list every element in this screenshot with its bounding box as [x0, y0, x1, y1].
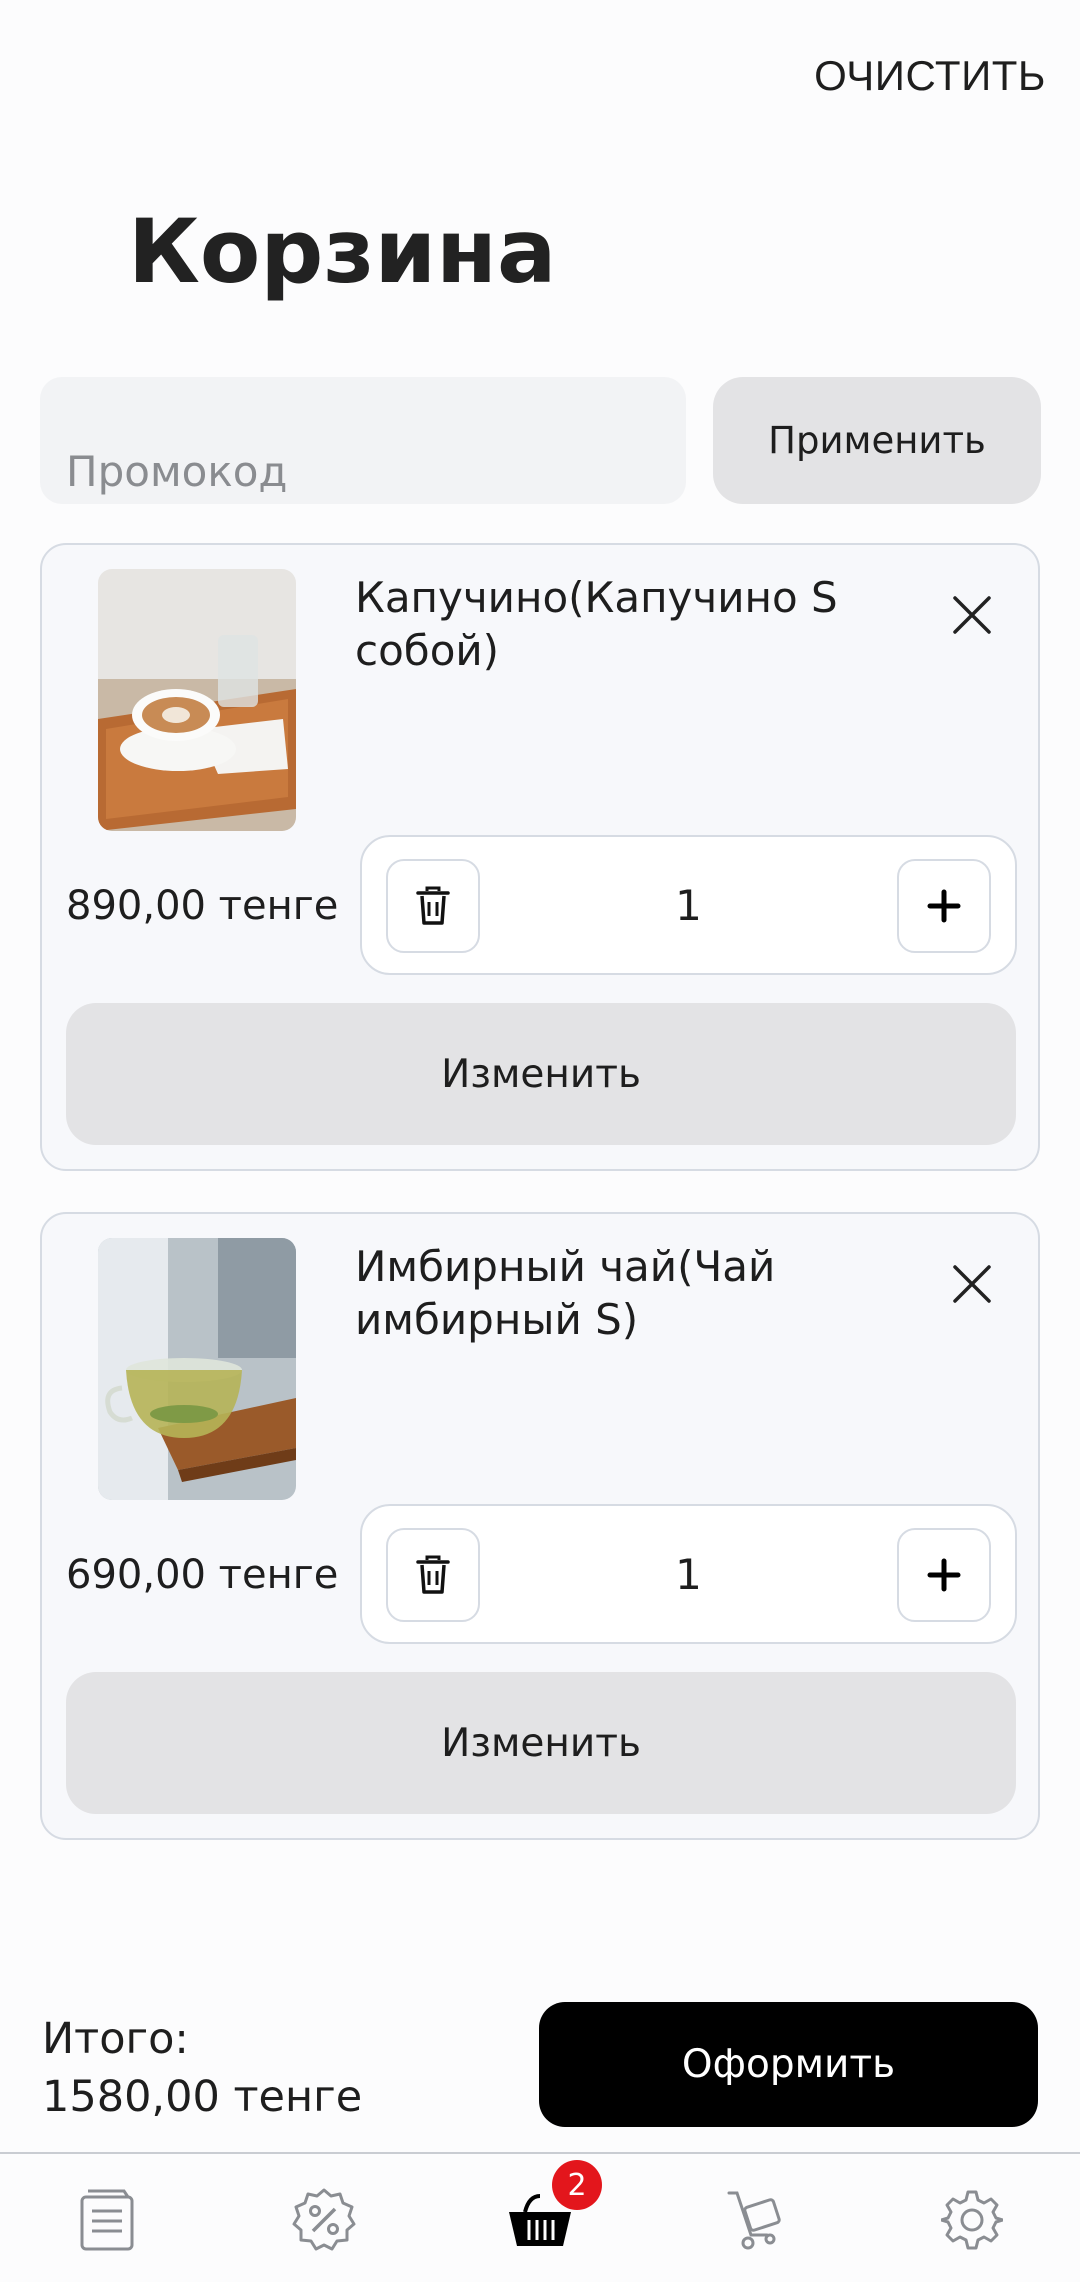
clear-cart-button[interactable]: ОЧИСТИТЬ — [814, 52, 1046, 100]
menu-icon — [80, 2189, 134, 2251]
plus-icon — [927, 889, 961, 923]
tab-delivery[interactable] — [720, 2184, 792, 2256]
plus-icon — [927, 1558, 961, 1592]
settings-icon — [941, 2190, 1003, 2250]
product-image-cappuccino — [98, 569, 296, 831]
increase-quantity-button[interactable] — [897, 859, 991, 953]
tab-promotions[interactable] — [288, 2184, 360, 2256]
increase-quantity-button[interactable] — [897, 1528, 991, 1622]
quantity-value: 1 — [675, 881, 702, 930]
delivery-cart-icon — [727, 2191, 781, 2250]
order-total: Итого: 1580,00 тенге — [42, 2010, 362, 2126]
product-name: Капучино(Капучино S собой) — [355, 573, 838, 675]
remove-item-button[interactable] — [942, 585, 1002, 645]
tab-cart[interactable]: 2 — [504, 2160, 602, 2256]
product-name: Имбирный чай(Чай имбирный S) — [355, 1242, 776, 1344]
cart-item: Имбирный чай(Чай имбирный S) 690,00 тенг… — [40, 1212, 1040, 1840]
quantity-value: 1 — [675, 1550, 702, 1599]
edit-item-button[interactable]: Изменить — [66, 1672, 1016, 1814]
product-price: 690,00 тенге — [66, 1552, 339, 1598]
total-value: 1580,00 тенге — [42, 2072, 363, 2122]
promo-code-input[interactable] — [40, 377, 686, 504]
close-icon — [953, 1265, 991, 1303]
delete-item-button[interactable] — [386, 859, 480, 953]
trash-icon — [416, 1555, 450, 1594]
total-label: Итого: — [42, 2014, 189, 2064]
apply-promo-button[interactable]: Применить — [713, 377, 1041, 504]
tab-settings[interactable] — [936, 2184, 1008, 2256]
bottom-tab-bar: 2 — [0, 2152, 1080, 2282]
quantity-stepper: 1 — [360, 835, 1017, 975]
product-image-ginger-tea — [98, 1238, 296, 1500]
delete-item-button[interactable] — [386, 1528, 480, 1622]
remove-item-button[interactable] — [942, 1254, 1002, 1314]
tab-menu[interactable] — [72, 2184, 144, 2256]
page-title: Корзина — [128, 200, 557, 303]
product-price: 890,00 тенге — [66, 883, 339, 929]
trash-icon — [416, 886, 450, 925]
discount-icon — [292, 2188, 356, 2251]
close-icon — [953, 596, 991, 634]
quantity-stepper: 1 — [360, 1504, 1017, 1644]
edit-item-button[interactable]: Изменить — [66, 1003, 1016, 1145]
checkout-button[interactable]: Оформить — [539, 2002, 1038, 2127]
cart-item: Капучино(Капучино S собой) 890,00 тенге … — [40, 543, 1040, 1171]
cart-badge: 2 — [552, 2160, 602, 2210]
